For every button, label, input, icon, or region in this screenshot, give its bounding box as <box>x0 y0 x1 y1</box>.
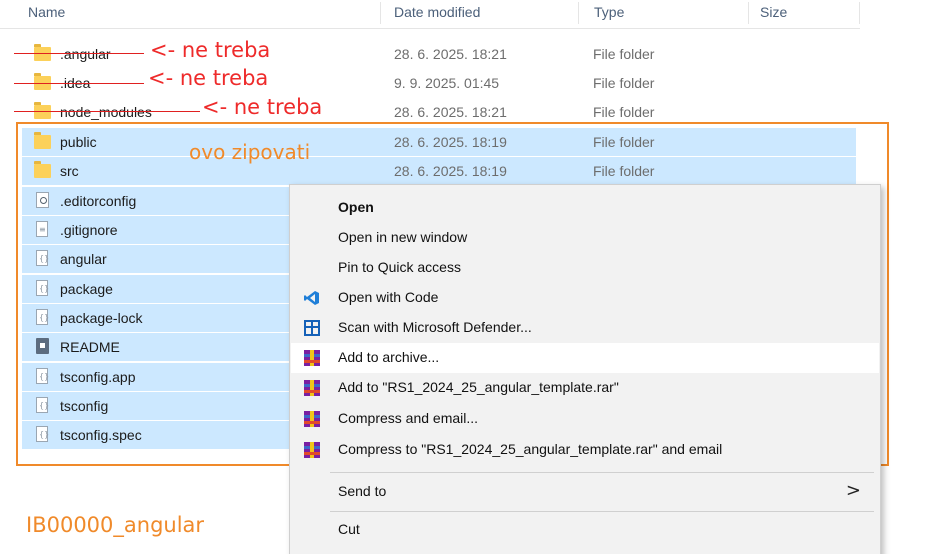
menu-item-label: Add to archive... <box>338 349 440 365</box>
menu-item-label: Open in new window <box>338 229 468 245</box>
column-divider[interactable] <box>578 2 579 24</box>
context-menu: Open Open in new window Pin to Quick acc… <box>289 184 881 554</box>
menu-item-label: Scan with Microsoft Defender... <box>338 319 532 335</box>
column-date-modified[interactable]: Date modified <box>394 4 480 20</box>
vscode-icon <box>304 291 319 305</box>
defender-icon <box>304 320 320 336</box>
file-explorer: Name Date modified Type Size .angular 28… <box>0 0 928 554</box>
menu-item-pin-quick-access[interactable]: Pin to Quick access <box>291 253 879 283</box>
annotation-zip-note: ovo zipovati <box>189 140 311 164</box>
menu-item-compress-email[interactable]: Compress and email... <box>291 404 879 434</box>
file-type: File folder <box>593 46 655 62</box>
winrar-icon <box>304 350 320 366</box>
menu-item-open[interactable]: Open <box>291 193 879 223</box>
strike-line <box>14 83 144 84</box>
menu-item-label: Send to <box>338 483 387 499</box>
winrar-icon <box>304 442 320 458</box>
menu-item-label: Open with Code <box>338 289 439 305</box>
folder-icon <box>34 44 51 61</box>
menu-item-add-to-rar[interactable]: Add to "RS1_2024_25_angular_template.rar… <box>291 373 879 403</box>
column-header: Name Date modified Type Size <box>0 0 860 29</box>
winrar-icon <box>304 411 320 427</box>
file-date: 9. 9. 2025. 01:45 <box>394 75 500 91</box>
menu-separator <box>330 472 874 473</box>
menu-item-label: Cut <box>338 521 360 537</box>
strike-line <box>14 111 200 112</box>
column-divider[interactable] <box>859 2 860 24</box>
folder-icon <box>34 102 51 119</box>
column-type[interactable]: Type <box>594 4 624 20</box>
file-name: node_modules <box>60 104 152 120</box>
chevron-right-icon: > <box>845 480 861 501</box>
menu-item-label: Pin to Quick access <box>338 259 461 275</box>
file-type: File folder <box>593 104 655 120</box>
column-size[interactable]: Size <box>760 4 787 20</box>
winrar-icon <box>304 380 320 396</box>
menu-item-open-with-code[interactable]: Open with Code <box>291 283 879 313</box>
menu-item-label: Open <box>338 199 374 215</box>
menu-item-send-to[interactable]: Send to > <box>291 477 879 507</box>
file-name: .angular <box>60 46 111 62</box>
menu-item-label: Add to "RS1_2024_25_angular_template.rar… <box>338 379 619 395</box>
annotation-ne-treba: <- ne treba <box>202 95 323 119</box>
strike-line <box>14 53 144 54</box>
file-date: 28. 6. 2025. 18:21 <box>394 46 507 62</box>
menu-separator <box>330 511 874 512</box>
column-divider[interactable] <box>380 2 381 24</box>
file-type: File folder <box>593 75 655 91</box>
menu-item-label: Compress and email... <box>338 410 479 426</box>
annotation-ne-treba: <- ne treba <box>150 38 271 62</box>
menu-item-compress-to-rar-email[interactable]: Compress to "RS1_2024_25_angular_templat… <box>291 435 879 465</box>
menu-item-cut[interactable]: Cut <box>291 515 879 545</box>
column-divider[interactable] <box>748 2 749 24</box>
column-name[interactable]: Name <box>28 4 65 20</box>
annotation-ne-treba: <- ne treba <box>148 66 269 90</box>
file-date: 28. 6. 2025. 18:21 <box>394 104 507 120</box>
file-row-angular-folder[interactable]: .angular 28. 6. 2025. 18:21 File folder <box>22 40 856 68</box>
menu-item-open-new-window[interactable]: Open in new window <box>291 223 879 253</box>
menu-item-label: Compress to "RS1_2024_25_angular_templat… <box>338 441 723 457</box>
menu-item-add-to-archive[interactable]: Add to archive... <box>291 343 879 373</box>
annotation-archive-name: IB00000_angular <box>26 513 205 537</box>
menu-item-scan-defender[interactable]: Scan with Microsoft Defender... <box>291 313 879 343</box>
